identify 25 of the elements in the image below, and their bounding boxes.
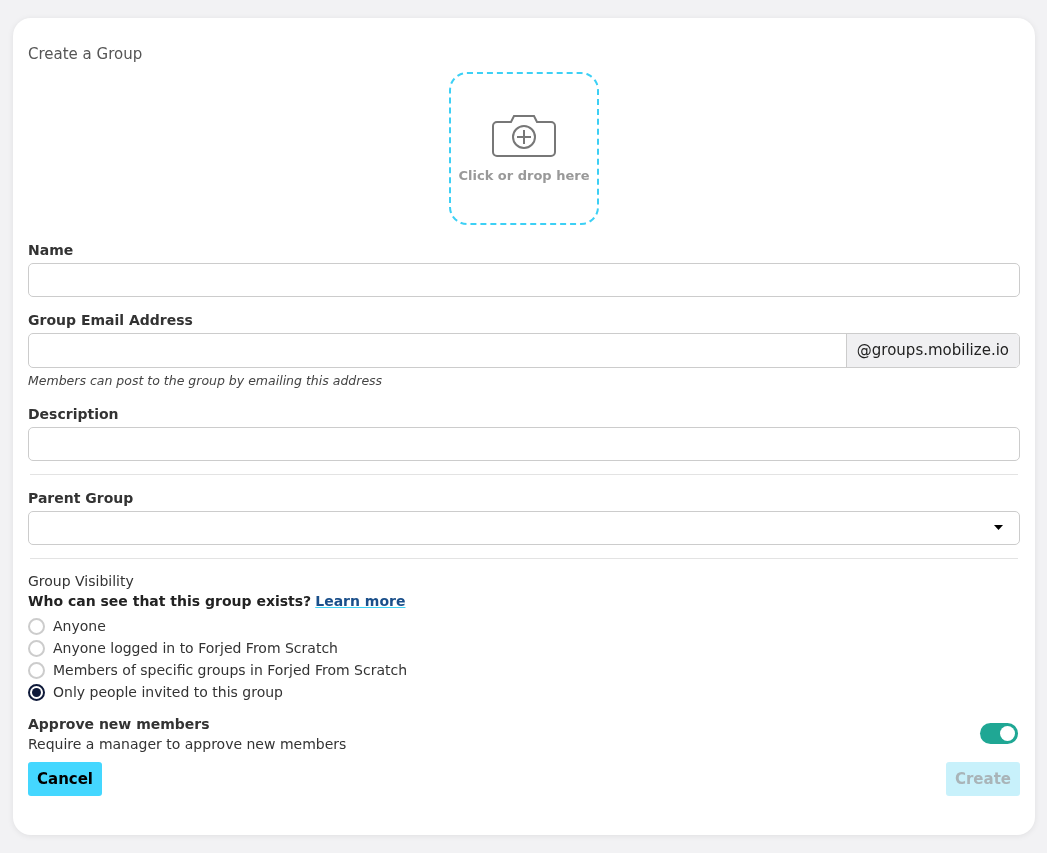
name-input[interactable] xyxy=(28,263,1020,297)
approve-title: Approve new members xyxy=(28,714,210,734)
field-label: Group Email Address xyxy=(28,311,193,329)
radio-label: Only people invited to this group xyxy=(53,682,283,702)
description-input[interactable] xyxy=(28,426,1020,461)
caret-icon xyxy=(994,525,1003,531)
email-domain-suffix: @groups.mobilize.io xyxy=(845,334,1019,367)
learn-more-link[interactable]: Learn more xyxy=(315,590,406,611)
field-label: Name xyxy=(28,241,74,259)
cancel-button[interactable]: Cancel xyxy=(28,761,102,796)
dropzone-label: Click or drop here xyxy=(458,166,590,185)
field-label: Description xyxy=(28,404,119,423)
form-title: Create a Group xyxy=(28,44,143,64)
email-hint: Members can post to the group by emailing this address xyxy=(28,372,383,390)
radio-label: Members of specific groups in Forjed From Scratch xyxy=(53,660,408,680)
radio-button[interactable] xyxy=(28,683,45,701)
email-input-group[interactable]: @groups.mobilize.io xyxy=(28,333,1020,368)
radio-label: Anyone logged in to Forjed From Scratch xyxy=(53,638,338,658)
visibility-question: Who can see that this group exists? xyxy=(28,591,312,611)
field-label: Parent Group xyxy=(28,488,134,507)
visibility-heading: Group Visibility xyxy=(28,571,134,591)
approve-description: Require a manager to approve new members xyxy=(28,734,347,754)
radio-label: Anyone xyxy=(53,616,106,636)
toggle-switch[interactable] xyxy=(980,723,1018,745)
parent-group-select[interactable] xyxy=(28,510,1020,545)
